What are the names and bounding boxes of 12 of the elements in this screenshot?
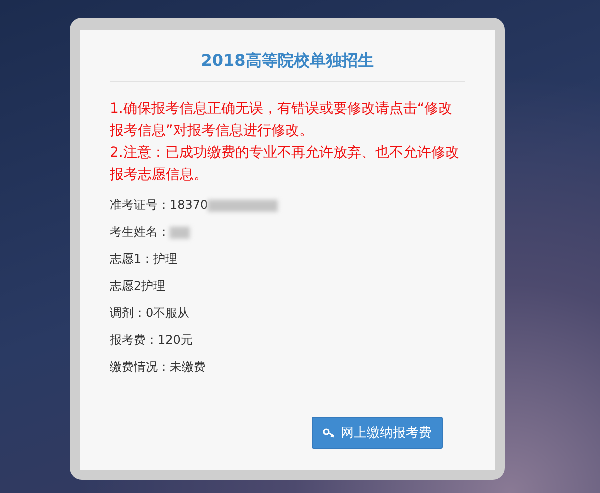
key-icon bbox=[323, 428, 335, 438]
pay-button[interactable]: 网上缴纳报考费 bbox=[312, 417, 443, 449]
info-text: 准考证号：18370 bbox=[110, 197, 208, 214]
notice-text: 1.确保报考信息正确无误，有错误或要修改请点击“修改报考信息”对报考信息进行修改。 bbox=[110, 100, 454, 141]
info-text: 考生姓名： bbox=[110, 224, 170, 241]
info-text: 缴费情况：未缴费 bbox=[110, 359, 206, 376]
info-text: 志愿2护理 bbox=[110, 278, 166, 295]
info-text: 志愿1：护理 bbox=[110, 251, 178, 268]
notice-text: 2.注意：已成功缴费的专业不再允许放弃、也不允许修改报考志愿信息。 bbox=[110, 144, 460, 185]
info-text: 调剂：0不服从 bbox=[110, 305, 190, 322]
info-text: 报考费：120元 bbox=[110, 332, 193, 349]
dialog-title: 2018高等院校单独招生 bbox=[110, 30, 465, 82]
